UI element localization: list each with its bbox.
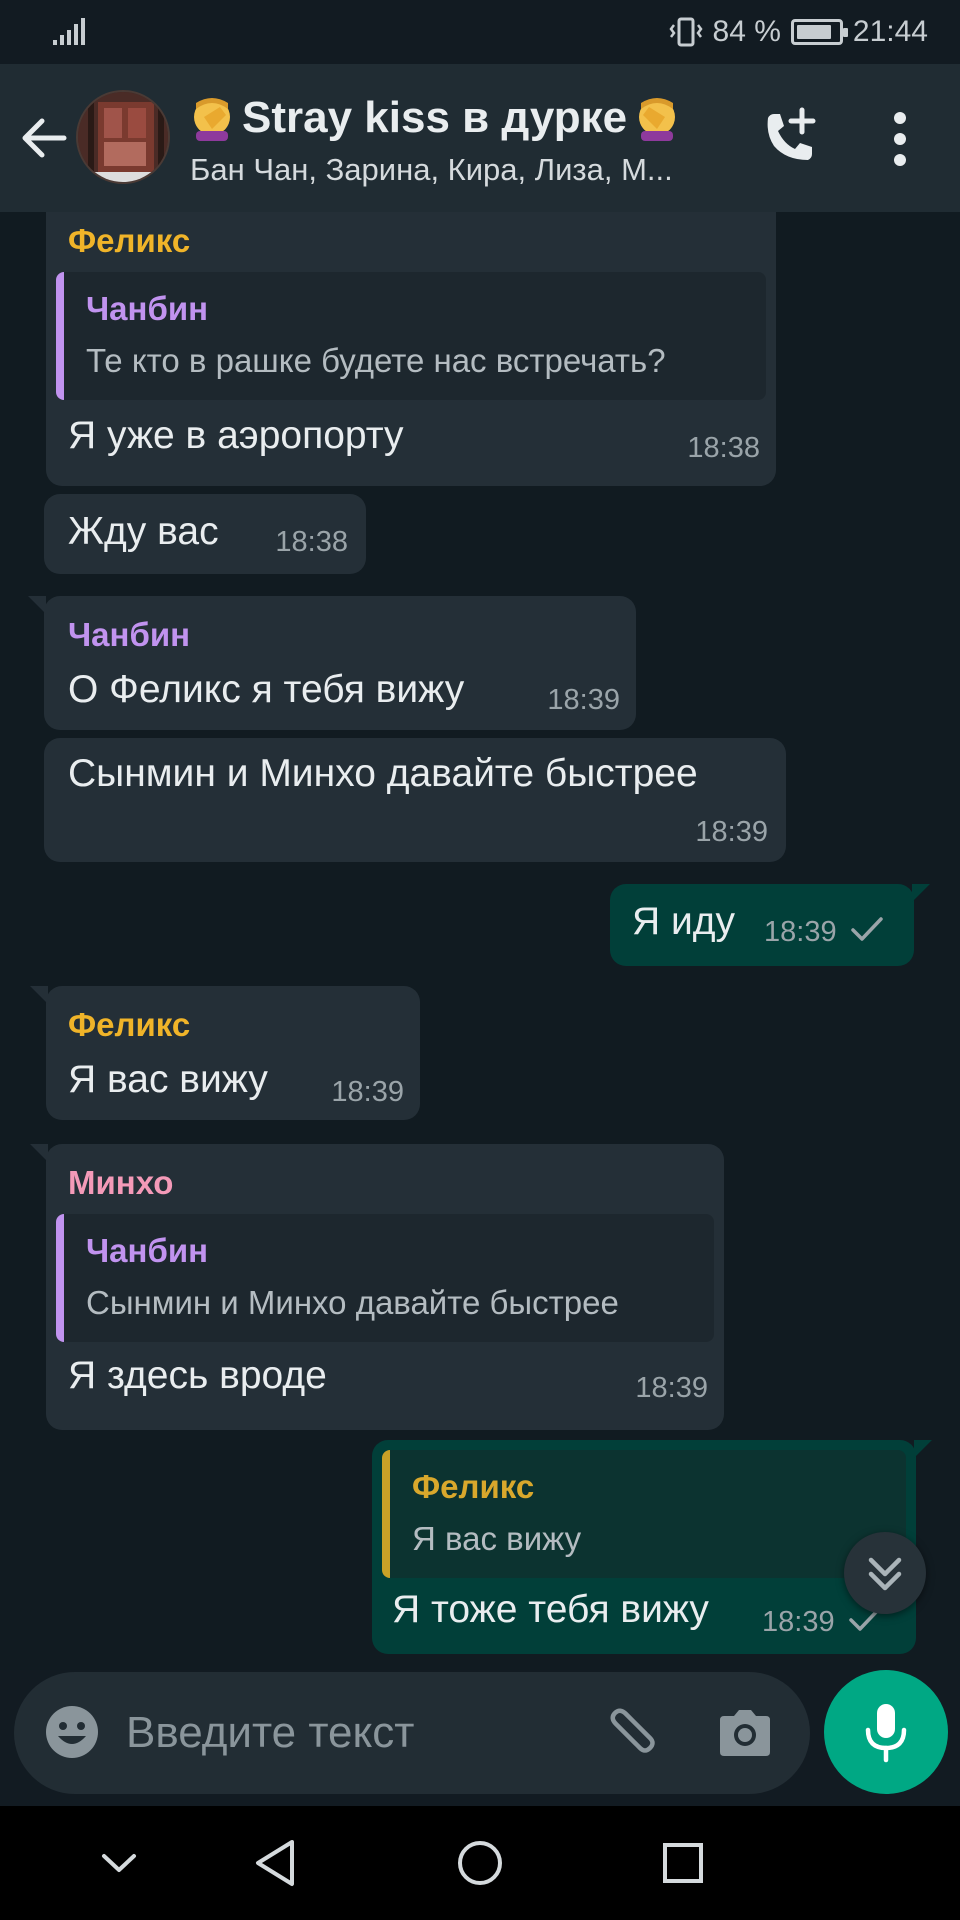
message-bubble[interactable]: Сынмин и Минхо давайте быстрее 18:39 [44, 738, 786, 862]
facepalm-emoji-icon [639, 98, 676, 141]
quote-bar [56, 1214, 64, 1342]
message-bubble[interactable]: Феликс Чанбин Те кто в рашке будете нас … [46, 212, 776, 486]
message-bubble[interactable]: Минхо Чанбин Сынмин и Минхо давайте быст… [30, 1144, 724, 1430]
camera-icon[interactable] [714, 1702, 776, 1764]
quote-bar [56, 272, 64, 400]
battery-percent: 84 % [712, 15, 781, 48]
status-bar: 84 % 21:44 [0, 0, 960, 64]
message-time: 18:39 [695, 816, 768, 848]
clock: 21:44 [852, 15, 928, 48]
quoted-message[interactable]: Феликс Я вас вижу [382, 1450, 906, 1578]
message-sender: Чанбин [68, 616, 191, 653]
quoted-message[interactable]: Чанбин Сынмин и Минхо давайте быстрее [56, 1214, 714, 1342]
message-bubble[interactable]: Жду вас 18:38 [44, 494, 366, 574]
message-bubble-outgoing[interactable]: Я иду 18:39 [610, 884, 930, 966]
message-time: 18:38 [687, 432, 760, 464]
nav-home-circle-icon[interactable] [445, 1832, 515, 1894]
message-input[interactable] [126, 1700, 486, 1766]
message-time: 18:38 [275, 526, 348, 558]
message-time: 18:39 [762, 1606, 835, 1638]
message-sender: Минхо [68, 1164, 174, 1201]
message-text: Я тоже тебя вижу [392, 1588, 709, 1631]
chat-header: Stray kiss в дурке Бан Чан, Зарина, Кира… [0, 64, 960, 212]
message-sender: Феликс [68, 1006, 191, 1043]
quote-sender: Феликс [412, 1468, 535, 1505]
message-text: Я иду [632, 900, 736, 943]
sent-check-icon [851, 917, 883, 941]
message-bubble-outgoing[interactable]: Феликс Я вас вижу Я тоже тебя вижу 18:39 [372, 1440, 932, 1654]
message-time: 18:39 [547, 684, 620, 716]
message-time: 18:39 [764, 916, 837, 948]
message-list[interactable]: Феликс Чанбин Те кто в рашке будете нас … [0, 212, 960, 1670]
message-composer [14, 1672, 810, 1794]
nav-recents-square-icon[interactable] [648, 1832, 718, 1894]
chat-title[interactable]: Stray kiss в дурке [190, 90, 710, 146]
quote-text: Сынмин и Минхо давайте быстрее [86, 1284, 619, 1321]
microphone-icon [865, 1704, 907, 1763]
scroll-to-bottom-button[interactable] [844, 1532, 926, 1614]
vibrate-icon [668, 17, 703, 47]
nav-back-triangle-icon[interactable] [240, 1832, 310, 1894]
quote-bar [382, 1450, 390, 1578]
facepalm-emoji-icon [194, 98, 230, 141]
message-bubble[interactable]: Феликс Я вас вижу 18:39 [30, 986, 420, 1120]
group-avatar[interactable] [76, 90, 170, 184]
more-options-icon[interactable] [878, 106, 922, 172]
hide-keyboard-chevron-icon[interactable] [84, 1832, 154, 1894]
message-text: Я здесь вроде [68, 1354, 327, 1397]
message-text: О Феликс я тебя вижу [68, 668, 465, 711]
attach-paperclip-icon[interactable] [596, 1702, 658, 1764]
signal-icon [53, 18, 85, 45]
message-time: 18:39 [635, 1372, 708, 1404]
message-text: Я уже в аэропорту [68, 414, 404, 457]
chat-title-text: Stray kiss в дурке [242, 93, 628, 142]
message-text: Жду вас [68, 510, 219, 553]
double-chevron-down-icon [868, 1557, 902, 1591]
message-text: Сынмин и Минхо давайте быстрее [68, 752, 698, 795]
message-sender: Феликс [68, 222, 191, 259]
system-navigation-bar [0, 1806, 960, 1920]
emoji-icon[interactable] [42, 1702, 102, 1762]
quoted-message[interactable]: Чанбин Те кто в рашке будете нас встреча… [56, 272, 766, 400]
quote-sender: Чанбин [86, 1232, 209, 1269]
quote-sender: Чанбин [86, 290, 209, 327]
add-call-icon[interactable] [756, 104, 822, 170]
quote-text: Я вас вижу [412, 1520, 582, 1557]
chat-members[interactable]: Бан Чан, Зарина, Кира, Лиза, М... [190, 152, 730, 192]
voice-record-button[interactable] [824, 1670, 948, 1794]
message-bubble[interactable]: Чанбин О Феликс я тебя вижу 18:39 [28, 596, 636, 730]
message-time: 18:39 [331, 1076, 404, 1108]
battery-icon [790, 19, 848, 45]
message-text: Я вас вижу [68, 1058, 268, 1101]
back-arrow-icon[interactable] [14, 108, 74, 168]
quote-text: Те кто в рашке будете нас встречать? [86, 342, 666, 379]
